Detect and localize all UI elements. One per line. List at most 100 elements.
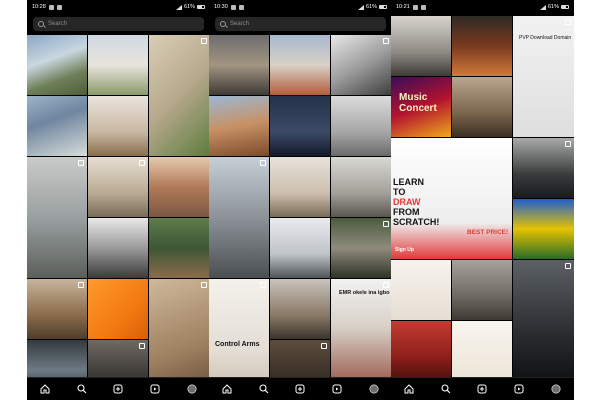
- drawing-course-tile-caption: BEST PRICE!: [467, 229, 509, 236]
- bedroom-tile[interactable]: [88, 157, 148, 217]
- profile-icon[interactable]: [549, 382, 563, 396]
- sketch-plan-tile[interactable]: [452, 321, 512, 381]
- multi-post-icon: [383, 282, 389, 288]
- lit-wall-tile[interactable]: [270, 96, 330, 156]
- explore-grid: [27, 35, 210, 400]
- multi-post-icon: [78, 160, 84, 166]
- home-icon[interactable]: [220, 382, 234, 396]
- clock: 10:30: [214, 4, 228, 10]
- search-icon[interactable]: [75, 382, 89, 396]
- tower-tile[interactable]: [27, 96, 87, 156]
- modern-stone-house-tile[interactable]: [270, 279, 330, 339]
- battery-icon: [197, 5, 205, 9]
- search-icon[interactable]: [439, 382, 453, 396]
- notification-icon: [420, 4, 426, 10]
- villa-tile[interactable]: [88, 35, 148, 95]
- search-input[interactable]: Search: [215, 17, 386, 31]
- status-bar: 10:28 61%: [27, 0, 210, 14]
- search-placeholder: Search: [230, 21, 250, 27]
- spiral-stair-tile[interactable]: [270, 157, 330, 217]
- aerial-house-tile[interactable]: [452, 260, 512, 320]
- bike-tile[interactable]: [149, 35, 210, 156]
- reels-icon[interactable]: [512, 382, 526, 396]
- explore-grid: Control Arms EMR okele ina igbo: [209, 35, 392, 400]
- kitchen-tile[interactable]: [391, 16, 451, 76]
- status-bar: 10:21 61%: [391, 0, 574, 14]
- create-icon[interactable]: [293, 382, 307, 396]
- reels-icon[interactable]: [330, 382, 344, 396]
- car-interior-tile[interactable]: [331, 35, 392, 95]
- home-icon[interactable]: [38, 382, 52, 396]
- garden-house-tile[interactable]: [149, 218, 210, 278]
- resort-tile[interactable]: [149, 157, 210, 217]
- tv-wall-tile[interactable]: [452, 77, 512, 137]
- search-icon: [38, 21, 44, 27]
- search-icon[interactable]: [257, 382, 271, 396]
- igbo-vendor-tile-caption: EMR okele ina igbo: [339, 290, 390, 296]
- terrace-house-tile[interactable]: [331, 218, 392, 278]
- signal-icon: [539, 4, 546, 10]
- drawing-course-tile-caption: Sign Up: [395, 247, 414, 253]
- notification-icon: [56, 4, 62, 10]
- buggy-tile[interactable]: [209, 157, 269, 278]
- notification-icon: [238, 4, 244, 10]
- curve-sculpture-tile[interactable]: [331, 157, 392, 217]
- timber-facade-tile[interactable]: [209, 96, 269, 156]
- meme-tile-caption: PVP Download Domain: [519, 35, 572, 41]
- floor-plan-tile[interactable]: [391, 260, 451, 320]
- bottom-nav: [27, 377, 210, 400]
- notification-icon: [230, 4, 236, 10]
- status-bar: 10:30 61%: [209, 0, 392, 14]
- white-villa-tile[interactable]: [270, 218, 330, 278]
- clock: 10:21: [396, 4, 410, 10]
- search-placeholder: Search: [48, 21, 68, 27]
- multi-post-icon: [565, 263, 571, 269]
- battery-icon: [561, 5, 569, 9]
- three-phone-comparison: 10:28 61% Search 10:30 61% Search Contro…: [0, 0, 600, 400]
- search-input[interactable]: Search: [33, 17, 204, 31]
- create-icon[interactable]: [111, 382, 125, 396]
- football-player-tile[interactable]: [513, 199, 574, 259]
- battery-percent: 61%: [183, 4, 195, 10]
- grey-interior-tile[interactable]: [331, 96, 392, 156]
- supercar-garage-tile[interactable]: [513, 260, 574, 381]
- sports-car-tile[interactable]: [513, 138, 574, 198]
- multi-post-icon: [139, 343, 145, 349]
- modern-block-house-tile[interactable]: [209, 35, 269, 95]
- multi-post-icon: [78, 282, 84, 288]
- street-car-tile[interactable]: [27, 157, 87, 278]
- battery-icon: [379, 5, 387, 9]
- reels-icon[interactable]: [148, 382, 162, 396]
- hand-sketch-tile-caption: Control Arms: [215, 341, 260, 348]
- multi-post-icon: [321, 343, 327, 349]
- multi-post-icon: [260, 282, 266, 288]
- signal-icon: [175, 4, 182, 10]
- bottom-nav: [391, 377, 574, 400]
- multi-post-icon: [201, 38, 207, 44]
- music-concert-tile[interactable]: Music Concert: [391, 77, 451, 137]
- house-exterior-tile[interactable]: [27, 35, 87, 95]
- profile-icon[interactable]: [367, 382, 381, 396]
- red-model-tile[interactable]: [391, 321, 451, 381]
- vases-tile[interactable]: [88, 96, 148, 156]
- home-icon[interactable]: [402, 382, 416, 396]
- phone-explore-3: 10:21 61% PVP Download Domain Music Conce…: [391, 0, 574, 400]
- skyscraper-tile[interactable]: [270, 35, 330, 95]
- signal-icon: [357, 4, 364, 10]
- battery-percent: 61%: [547, 4, 559, 10]
- multi-post-icon: [565, 19, 571, 25]
- multi-post-icon: [383, 221, 389, 227]
- explore-grid: PVP Download Domain Music Concert LEARN TO D…: [391, 16, 574, 381]
- jerseys-tile[interactable]: [88, 218, 148, 278]
- profile-icon[interactable]: [185, 382, 199, 396]
- orange-brick-tile[interactable]: [88, 279, 148, 339]
- create-icon[interactable]: [475, 382, 489, 396]
- clock: 10:28: [32, 4, 46, 10]
- notification-icon: [412, 4, 418, 10]
- cantilever-house-tile[interactable]: [27, 279, 87, 339]
- meme-tile[interactable]: PVP Download Domain: [513, 16, 574, 137]
- aframe-cabin-tile[interactable]: [452, 16, 512, 76]
- multi-post-icon: [383, 38, 389, 44]
- search-icon: [220, 21, 226, 27]
- drawing-course-tile[interactable]: LEARN TO DRAW FROM SCRATCH! BEST PRICE! Sign U…: [391, 138, 512, 259]
